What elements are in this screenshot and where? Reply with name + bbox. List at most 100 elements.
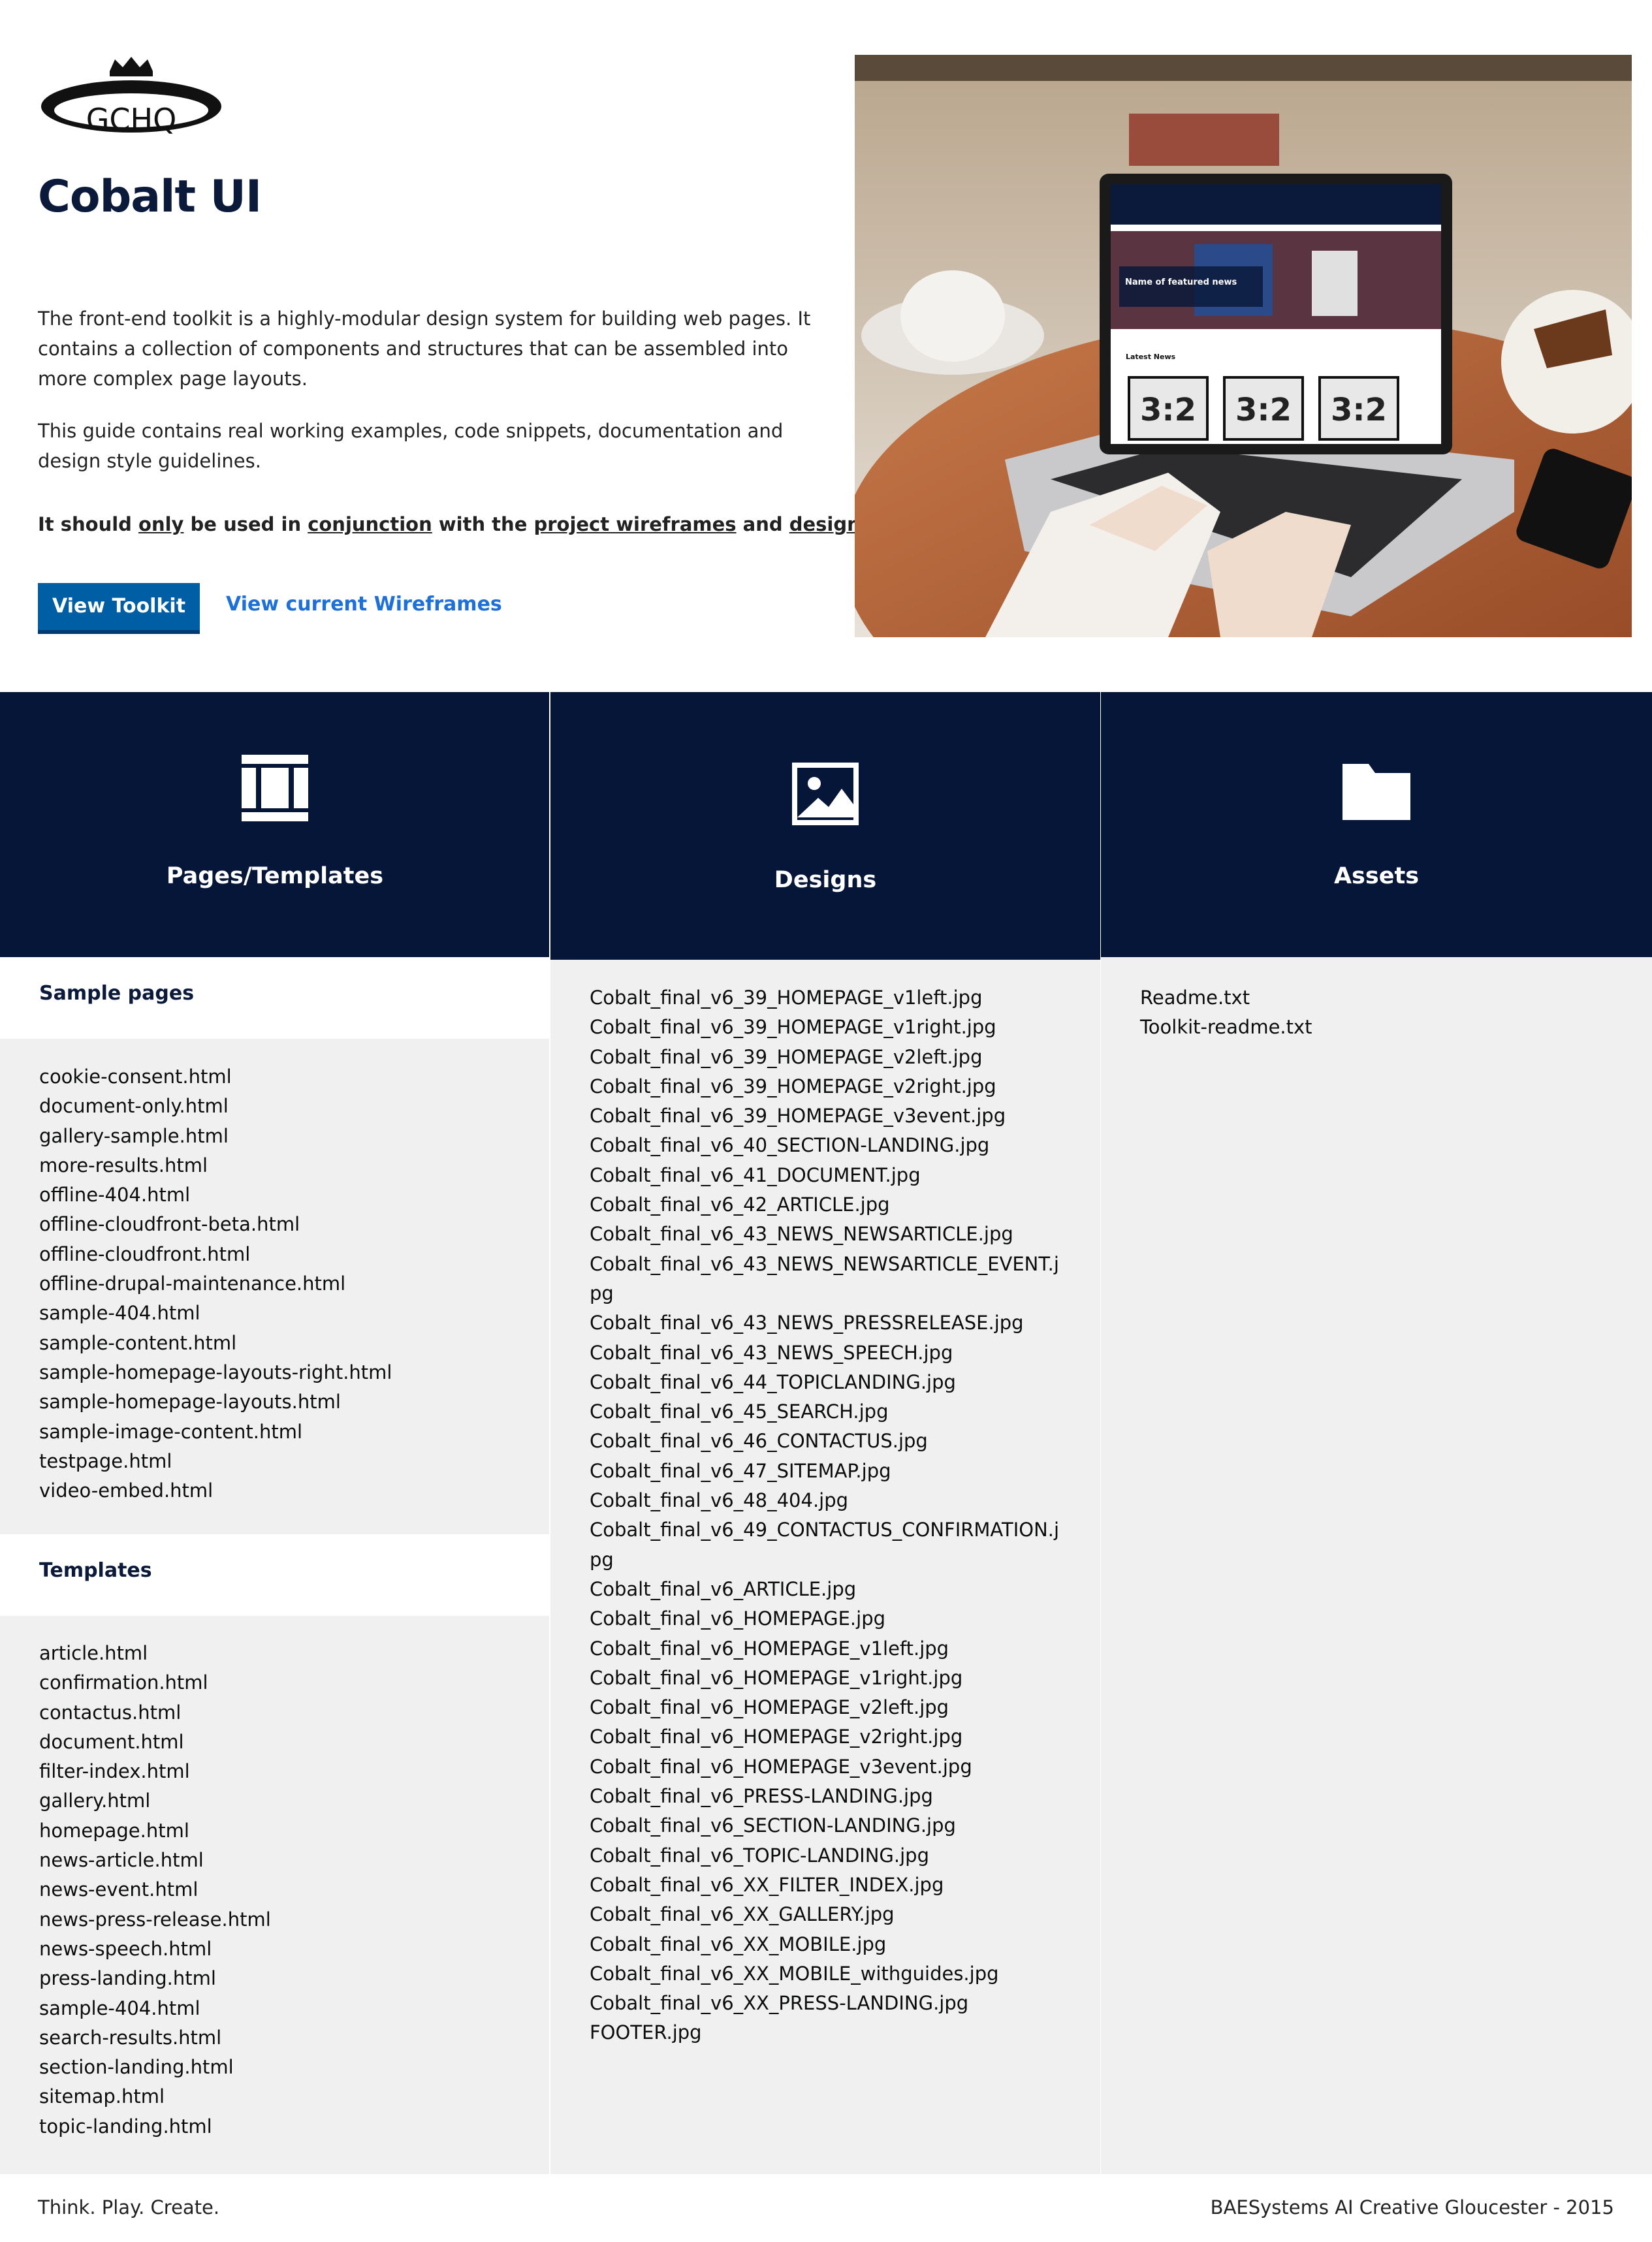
- design-file-link[interactable]: Cobalt_final_v6_39_HOMEPAGE_v1left.jpg: [590, 987, 983, 1009]
- list-item: Cobalt_final_v6_ARTICLE.jpg: [590, 1575, 1066, 1604]
- design-file-link[interactable]: Cobalt_final_v6_46_CONTACTUS.jpg: [590, 1430, 928, 1452]
- asset-file-link[interactable]: Readme.txt: [1140, 987, 1250, 1009]
- template-link[interactable]: confirmation.html: [39, 1671, 208, 1694]
- designs-header[interactable]: Designs: [550, 692, 1100, 960]
- template-link[interactable]: article.html: [39, 1642, 148, 1664]
- list-item: Cobalt_final_v6_HOMEPAGE_v1right.jpg: [590, 1664, 1066, 1693]
- project-wireframes-link[interactable]: project wireframes: [533, 513, 736, 535]
- design-file-link[interactable]: Cobalt_final_v6_49_CONTACTUS_CONFIRMATIO…: [590, 1519, 1059, 1570]
- sample-page-link[interactable]: sample-homepage-layouts-right.html: [39, 1361, 392, 1383]
- design-file-link[interactable]: FOOTER.jpg: [590, 2021, 702, 2044]
- template-link[interactable]: homepage.html: [39, 1820, 189, 1842]
- design-file-link[interactable]: Cobalt_final_v6_XX_GALLERY.jpg: [590, 1903, 895, 1925]
- design-file-link[interactable]: Cobalt_final_v6_42_ARTICLE.jpg: [590, 1193, 890, 1216]
- design-file-link[interactable]: Cobalt_final_v6_XX_MOBILE_withguides.jpg: [590, 1963, 999, 1985]
- list-item: Cobalt_final_v6_46_CONTACTUS.jpg: [590, 1427, 1066, 1456]
- sample-page-link[interactable]: offline-cloudfront-beta.html: [39, 1213, 300, 1235]
- design-file-link[interactable]: Cobalt_final_v6_HOMEPAGE_v2right.jpg: [590, 1726, 962, 1748]
- template-link[interactable]: contactus.html: [39, 1701, 181, 1724]
- design-file-link[interactable]: Cobalt_final_v6_HOMEPAGE_v3event.jpg: [590, 1756, 972, 1778]
- design-file-link[interactable]: Cobalt_final_v6_39_HOMEPAGE_v2right.jpg: [590, 1075, 996, 1097]
- list-item: sample-404.html: [39, 1994, 271, 2023]
- template-link[interactable]: search-results.html: [39, 2027, 221, 2049]
- template-link[interactable]: sitemap.html: [39, 2085, 165, 2108]
- sample-page-link[interactable]: offline-cloudfront.html: [39, 1243, 250, 1265]
- only-link[interactable]: only: [138, 513, 183, 535]
- design-file-link[interactable]: Cobalt_final_v6_47_SITEMAP.jpg: [590, 1460, 891, 1482]
- template-link[interactable]: press-landing.html: [39, 1967, 216, 1989]
- sample-page-link[interactable]: cookie-consent.html: [39, 1066, 232, 1088]
- resource-columns: Pages/Templates Sample pages cookie-cons…: [0, 692, 1652, 2174]
- sample-page-link[interactable]: video-embed.html: [39, 1479, 213, 1502]
- template-link[interactable]: news-event.html: [39, 1878, 198, 1901]
- design-file-link[interactable]: Cobalt_final_v6_PRESS-LANDING.jpg: [590, 1785, 933, 1807]
- design-file-link[interactable]: Cobalt_final_v6_SECTION-LANDING.jpg: [590, 1814, 956, 1837]
- list-item: Cobalt_final_v6_39_HOMEPAGE_v2right.jpg: [590, 1072, 1066, 1101]
- template-link[interactable]: gallery.html: [39, 1790, 150, 1812]
- image-icon: [792, 763, 859, 825]
- design-file-link[interactable]: Cobalt_final_v6_41_DOCUMENT.jpg: [590, 1164, 921, 1186]
- design-file-link[interactable]: Cobalt_final_v6_43_NEWS_PRESSRELEASE.jpg: [590, 1312, 1024, 1334]
- design-file-link[interactable]: Cobalt_final_v6_HOMEPAGE_v2left.jpg: [590, 1696, 949, 1718]
- design-file-link[interactable]: Cobalt_final_v6_TOPIC-LANDING.jpg: [590, 1844, 929, 1867]
- footer: Think. Play. Create. BAESystems AI Creat…: [0, 2174, 1652, 2242]
- design-file-link[interactable]: Cobalt_final_v6_43_NEWS_NEWSARTICLE_EVEN…: [590, 1253, 1059, 1304]
- template-link[interactable]: filter-index.html: [39, 1760, 190, 1782]
- sample-page-link[interactable]: sample-homepage-layouts.html: [39, 1391, 341, 1413]
- sample-page-link[interactable]: testpage.html: [39, 1450, 172, 1472]
- design-file-link[interactable]: Cobalt_final_v6_43_NEWS_NEWSARTICLE.jpg: [590, 1223, 1013, 1245]
- list-item: contactus.html: [39, 1698, 271, 1728]
- template-link[interactable]: document.html: [39, 1731, 184, 1753]
- template-link[interactable]: topic-landing.html: [39, 2115, 212, 2138]
- asset-file-link[interactable]: Toolkit-readme.txt: [1140, 1016, 1312, 1038]
- list-item: filter-index.html: [39, 1757, 271, 1786]
- design-file-link[interactable]: Cobalt_final_v6_39_HOMEPAGE_v1right.jpg: [590, 1016, 996, 1038]
- list-item: Cobalt_final_v6_39_HOMEPAGE_v1right.jpg: [590, 1013, 1066, 1042]
- template-link[interactable]: news-speech.html: [39, 1938, 212, 1960]
- design-file-link[interactable]: Cobalt_final_v6_44_TOPICLANDING.jpg: [590, 1371, 956, 1393]
- pages-templates-header[interactable]: Pages/Templates: [0, 692, 550, 957]
- list-item: Cobalt_final_v6_47_SITEMAP.jpg: [590, 1457, 1066, 1486]
- assets-header[interactable]: Assets: [1101, 692, 1652, 957]
- sample-page-link[interactable]: sample-content.html: [39, 1332, 236, 1354]
- template-link[interactable]: news-article.html: [39, 1849, 204, 1871]
- view-wireframes-link[interactable]: View current Wireframes: [226, 593, 502, 616]
- designs-column: Designs Cobalt_final_v6_39_HOMEPAGE_v1le…: [550, 692, 1100, 2174]
- sample-pages-list: cookie-consent.html document-only.html gal…: [39, 1062, 392, 1506]
- sample-page-link[interactable]: offline-404.html: [39, 1184, 190, 1206]
- design-file-link[interactable]: Cobalt_final_v6_39_HOMEPAGE_v2left.jpg: [590, 1046, 983, 1068]
- view-toolkit-button[interactable]: View Toolkit: [38, 583, 200, 634]
- list-item: homepage.html: [39, 1816, 271, 1846]
- design-file-link[interactable]: Cobalt_final_v6_HOMEPAGE_v1right.jpg: [590, 1667, 962, 1689]
- sample-page-link[interactable]: offline-drupal-maintenance.html: [39, 1272, 345, 1295]
- sample-page-link[interactable]: sample-image-content.html: [39, 1421, 302, 1443]
- template-link[interactable]: section-landing.html: [39, 2056, 234, 2078]
- design-file-link[interactable]: Cobalt_final_v6_XX_FILTER_INDEX.jpg: [590, 1874, 944, 1896]
- sample-page-link[interactable]: gallery-sample.html: [39, 1125, 229, 1147]
- list-item: Cobalt_final_v6_PRESS-LANDING.jpg: [590, 1782, 1066, 1811]
- design-file-link[interactable]: Cobalt_final_v6_40_SECTION-LANDING.jpg: [590, 1134, 989, 1156]
- sample-page-link[interactable]: document-only.html: [39, 1095, 229, 1117]
- folder-icon: [1342, 764, 1410, 820]
- sample-page-link[interactable]: more-results.html: [39, 1154, 208, 1176]
- design-file-link[interactable]: Cobalt_final_v6_ARTICLE.jpg: [590, 1578, 856, 1600]
- list-item: Cobalt_final_v6_XX_MOBILE.jpg: [590, 1930, 1066, 1959]
- design-file-link[interactable]: Cobalt_final_v6_HOMEPAGE.jpg: [590, 1607, 885, 1630]
- design-file-link[interactable]: Cobalt_final_v6_XX_PRESS-LANDING.jpg: [590, 1992, 968, 2014]
- list-item: Cobalt_final_v6_43_NEWS_SPEECH.jpg: [590, 1338, 1066, 1368]
- design-file-link[interactable]: Cobalt_final_v6_48_404.jpg: [590, 1489, 848, 1511]
- list-item: offline-cloudfront.html: [39, 1240, 392, 1269]
- design-file-link[interactable]: Cobalt_final_v6_XX_MOBILE.jpg: [590, 1933, 886, 1955]
- design-file-link[interactable]: Cobalt_final_v6_39_HOMEPAGE_v3event.jpg: [590, 1105, 1006, 1127]
- design-file-link[interactable]: Cobalt_final_v6_HOMEPAGE_v1left.jpg: [590, 1637, 949, 1660]
- sample-page-link[interactable]: sample-404.html: [39, 1302, 200, 1324]
- list-item: Toolkit-readme.txt: [1140, 1013, 1312, 1042]
- template-link[interactable]: sample-404.html: [39, 1997, 200, 2019]
- list-item: press-landing.html: [39, 1964, 271, 1993]
- design-file-link[interactable]: Cobalt_final_v6_45_SEARCH.jpg: [590, 1400, 889, 1423]
- list-item: article.html: [39, 1639, 271, 1668]
- conjunction-link[interactable]: conjunction: [308, 513, 432, 535]
- template-link[interactable]: news-press-release.html: [39, 1908, 271, 1931]
- design-file-link[interactable]: Cobalt_final_v6_43_NEWS_SPEECH.jpg: [590, 1342, 953, 1364]
- templates-list: article.html confirmation.html contactus.h…: [39, 1639, 271, 2141]
